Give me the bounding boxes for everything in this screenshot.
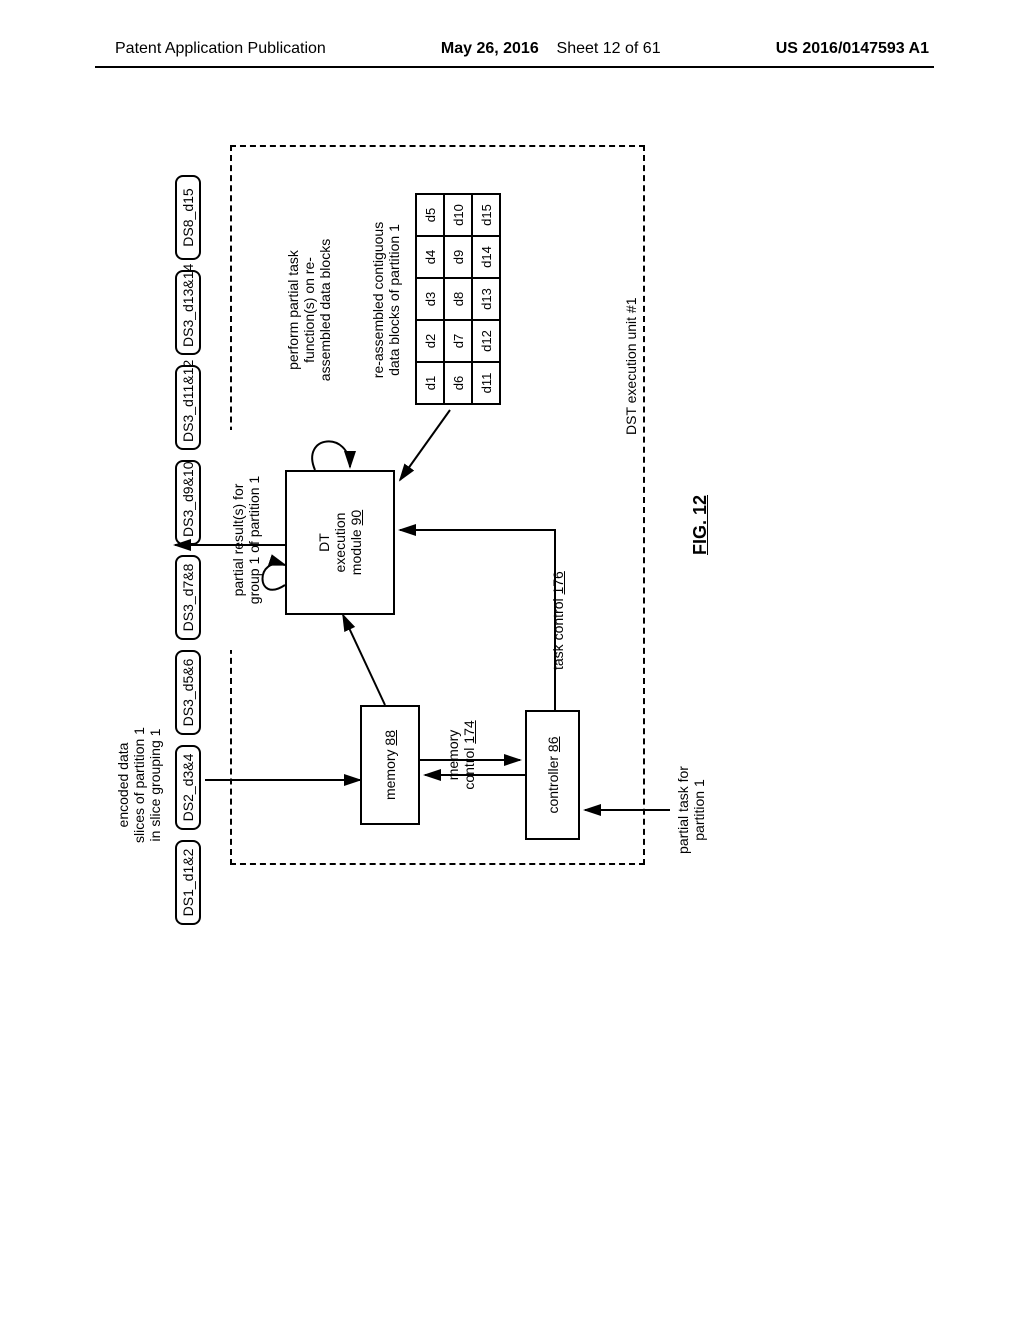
cell: d2 (416, 320, 444, 362)
reassembled-label: re-assembled contiguous data blocks of p… (370, 175, 402, 425)
cell: d14 (472, 236, 500, 278)
dst-label: DST execution unit #1 (623, 298, 639, 436)
cell: d4 (416, 236, 444, 278)
ph-left: Patent Application Publication (115, 40, 326, 58)
task-control-label: task control 176 (550, 571, 566, 670)
cell: d6 (444, 362, 472, 404)
memory-num: 88 (382, 730, 398, 746)
memory-label: memory (382, 746, 398, 800)
header-rule (95, 66, 934, 68)
slice-box: DS3_d13&14 (175, 270, 201, 355)
cell: d9 (444, 236, 472, 278)
cell: d12 (472, 320, 500, 362)
figure-caption: FIG. 12 (690, 495, 711, 555)
ph-date: May 26, 2016 (441, 40, 539, 57)
slice-box: DS3_d7&8 (175, 555, 201, 640)
ph-sheet: Sheet 12 of 61 (557, 40, 661, 57)
cell: d1 (416, 362, 444, 404)
slice-row: DS1_d1&2 DS2_d3&4 DS3_d5&6 DS3_d7&8 DS3_… (175, 175, 201, 925)
ph-right: US 2016/0147593 A1 (776, 40, 929, 58)
tc-label: task control (550, 595, 566, 670)
page-header: Patent Application Publication May 26, 2… (0, 40, 1024, 58)
slice-box: DS3_d9&10 (175, 460, 201, 545)
controller-label: controller (545, 752, 561, 813)
dt-num: 90 (348, 510, 364, 526)
cell: d15 (472, 194, 500, 236)
data-grid: d1 d2 d3 d4 d5 d6 d7 d8 d9 d10 d11 d12 d… (415, 193, 501, 405)
memory-module: memory 88 (360, 705, 420, 825)
slice-box: DS8_d15 (175, 175, 201, 260)
cell: d10 (444, 194, 472, 236)
memctl-num: 174 (461, 720, 477, 743)
cell: d8 (444, 278, 472, 320)
diagram: encoded data slices of partition 1 in sl… (115, 125, 755, 925)
controller-module: controller 86 (525, 710, 580, 840)
perform-label: perform partial task function(s) on re- … (285, 195, 333, 425)
cell: d7 (444, 320, 472, 362)
cell: d11 (472, 362, 500, 404)
slice-box: DS3_d11&12 (175, 365, 201, 450)
controller-num: 86 (545, 736, 561, 752)
slice-box: DS2_d3&4 (175, 745, 201, 830)
slice-box: DS3_d5&6 (175, 650, 201, 735)
cell: d5 (416, 194, 444, 236)
ph-center: May 26, 2016 Sheet 12 of 61 (326, 40, 776, 58)
partial-task-label: partial task for partition 1 (675, 735, 707, 885)
cell: d13 (472, 278, 500, 320)
slices-header: encoded data slices of partition 1 in sl… (115, 635, 163, 935)
tc-num: 176 (550, 571, 566, 594)
memory-control-label: memory control 174 (445, 675, 477, 835)
cell: d3 (416, 278, 444, 320)
partial-results-label: partial result(s) for group 1 of partiti… (230, 430, 262, 650)
slice-box: DS1_d1&2 (175, 840, 201, 925)
dt-module: DT execution module 90 (285, 470, 395, 615)
